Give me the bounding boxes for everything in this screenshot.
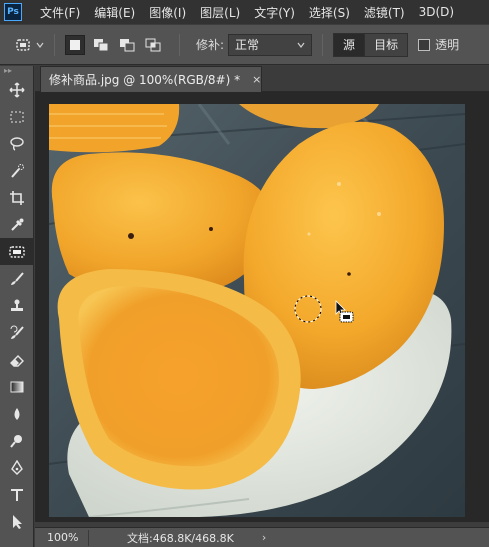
options-bar: 修补: 正常 源 目标 透明 (0, 25, 489, 65)
menu-3d[interactable]: 3D(D) (419, 5, 454, 19)
divider (322, 33, 324, 56)
stamp-icon (11, 299, 23, 311)
patch-icon (9, 245, 25, 258)
patch-label: 修补: (196, 38, 225, 52)
subtract-selection-button[interactable] (117, 35, 137, 55)
gradient-tool[interactable] (0, 373, 34, 400)
pen-tool[interactable] (0, 454, 34, 481)
path-select-icon (13, 514, 22, 529)
stamp-tool[interactable] (0, 292, 34, 319)
crop-icon (10, 190, 24, 205)
divider (179, 33, 180, 56)
mango-photo[interactable] (49, 104, 465, 517)
zoom-level-field[interactable]: 100% (41, 529, 89, 546)
pen-icon (11, 459, 23, 475)
subtract-selection-icon (120, 38, 135, 51)
document-tab[interactable]: 修补商品.jpg @ 100%(RGB/8#) * × (40, 66, 262, 92)
status-bar: 100% 文档:468.8K/468.8K › (35, 527, 489, 547)
dodge-icon (10, 434, 22, 448)
patch-mode-select[interactable]: 正常 (228, 33, 313, 56)
type-icon (11, 488, 23, 501)
document-canvas[interactable] (49, 104, 465, 517)
patch-tool[interactable] (0, 238, 34, 265)
menu-edit[interactable]: 编辑(E) (94, 4, 135, 21)
history-brush-tool[interactable] (0, 319, 34, 346)
intersect-selection-icon (145, 38, 161, 51)
crop-tool[interactable] (0, 184, 34, 211)
brush-icon (11, 271, 24, 285)
quick-select-icon (11, 163, 24, 178)
new-selection-icon (70, 39, 80, 50)
document-tab-bar: 修补商品.jpg @ 100%(RGB/8#) * × (35, 66, 489, 92)
history-brush-icon (10, 325, 24, 339)
dodge-tool[interactable] (0, 427, 34, 454)
intersect-selection-button[interactable] (143, 35, 163, 55)
new-selection-button[interactable] (65, 34, 85, 55)
zoom-level: 100% (47, 531, 79, 544)
path-select-tool[interactable] (0, 508, 34, 535)
menu-filter[interactable]: 滤镜(T) (364, 4, 405, 21)
gradient-icon (10, 381, 24, 392)
eraser-icon (10, 354, 24, 367)
tools-panel: ▸▸ (0, 66, 34, 547)
transparent-label: 透明 (435, 38, 460, 52)
marquee-icon (10, 111, 24, 122)
menu-file[interactable]: 文件(F) (40, 4, 80, 21)
target-button[interactable]: 目标 (364, 33, 408, 56)
add-selection-icon (94, 38, 109, 51)
lasso-tool[interactable] (0, 130, 34, 157)
document-size-info: 文档:468.8K/468.8K (127, 531, 234, 545)
eyedropper-icon (11, 218, 24, 231)
blur-icon (14, 407, 20, 420)
chevron-down-icon (36, 42, 44, 48)
status-menu-arrow-icon[interactable]: › (262, 531, 266, 544)
menu-bar: Ps 文件(F) 编辑(E) 图像(I) 图层(L) 文字(Y) 选择(S) 滤… (0, 0, 489, 24)
move-icon (9, 81, 25, 98)
transparent-checkbox[interactable]: 透明 (418, 36, 459, 53)
document-tab-title: 修补商品.jpg @ 100%(RGB/8#) * (49, 73, 241, 87)
divider (54, 33, 55, 56)
quick-select-tool[interactable] (0, 157, 34, 184)
close-icon[interactable]: × (252, 73, 261, 86)
source-button[interactable]: 源 (334, 33, 365, 56)
chevron-down-icon (297, 42, 305, 48)
lasso-icon (10, 136, 24, 151)
patch-mode-value: 正常 (235, 38, 260, 52)
marquee-tool[interactable] (0, 103, 34, 130)
source-target-toggle: 源 目标 (333, 32, 409, 57)
menu-select[interactable]: 选择(S) (309, 4, 350, 21)
menu-image[interactable]: 图像(I) (149, 4, 186, 21)
menu-type[interactable]: 文字(Y) (254, 4, 295, 21)
canvas-workspace (35, 92, 489, 522)
eyedropper-tool[interactable] (0, 211, 34, 238)
menu-layer[interactable]: 图层(L) (200, 4, 240, 21)
move-tool[interactable] (0, 76, 34, 103)
eraser-tool[interactable] (0, 346, 34, 373)
patch-icon (16, 38, 30, 51)
brush-tool[interactable] (0, 265, 34, 292)
panel-grip-icon[interactable]: ▸▸ (0, 66, 33, 76)
tool-preset-picker[interactable] (14, 36, 44, 54)
checkbox-box (418, 38, 431, 51)
photoshop-logo: Ps (4, 3, 22, 21)
add-selection-button[interactable] (91, 35, 111, 55)
type-tool[interactable] (0, 481, 34, 508)
blur-tool[interactable] (0, 400, 34, 427)
